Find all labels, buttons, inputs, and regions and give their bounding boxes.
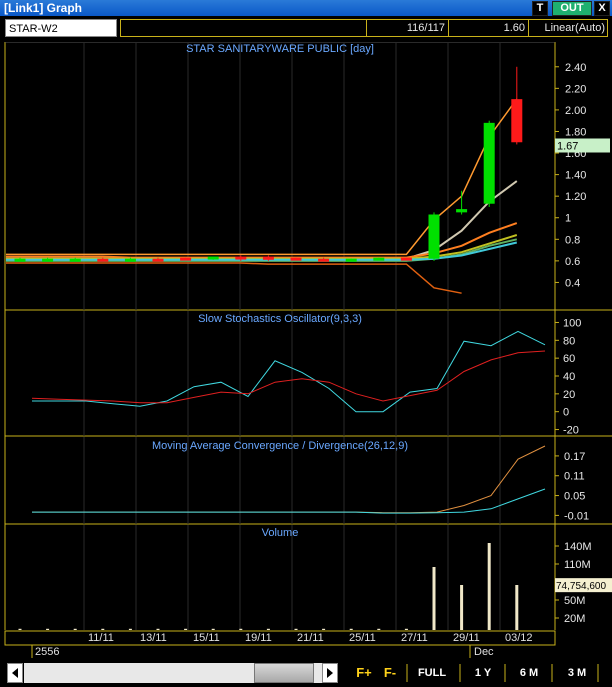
one-year-button[interactable]: 1 Y <box>466 662 500 684</box>
scroll-track[interactable] <box>24 663 322 683</box>
candle-body <box>290 257 302 261</box>
scroll-left-button[interactable] <box>7 663 23 683</box>
y-tick-label: 0.8 <box>565 234 580 246</box>
y-tick-label: 20M <box>564 613 585 625</box>
scroll-thumb[interactable] <box>254 663 314 683</box>
moving-average-line <box>6 222 518 259</box>
last-volume-label: 74,754,600 <box>556 581 606 592</box>
y-tick-label: 2.40 <box>565 62 586 74</box>
moving-average-line <box>6 180 518 260</box>
x-axis-date-label: 11/11 <box>88 632 114 644</box>
t-button[interactable]: T <box>532 1 548 16</box>
arrow-left-icon <box>12 668 18 678</box>
y-tick-label: 0.17 <box>564 451 585 463</box>
symbol-input[interactable]: STAR-W2 <box>5 19 117 37</box>
zoom-in-button[interactable]: F+ <box>352 662 376 684</box>
value-readout: 1.60 <box>448 20 528 36</box>
candle-body <box>124 258 136 262</box>
candle-body <box>14 258 26 262</box>
volume-bar <box>460 585 464 630</box>
x-axis-date-label: 13/11 <box>140 632 167 644</box>
candle-body <box>207 256 219 260</box>
y-tick-label: 50M <box>564 595 585 607</box>
y-tick-label: 80 <box>563 335 575 347</box>
stoch-d-line <box>31 350 546 404</box>
price-panel-title: STAR SANITARYWARE PUBLIC [day] <box>186 43 374 55</box>
three-months-button[interactable]: 3 M <box>560 662 594 684</box>
candle-body <box>456 209 468 213</box>
x-axis-date-label: 21/11 <box>297 632 324 644</box>
candle-body <box>483 122 495 204</box>
x-axis-date-label: 15/11 <box>193 632 220 644</box>
y-tick-label: 0.4 <box>565 277 580 289</box>
y-tick-label: 110M <box>564 559 591 571</box>
stoch-k-line <box>32 330 546 413</box>
candle-body <box>152 258 164 262</box>
scale-selector[interactable]: Linear(Auto) <box>528 20 608 36</box>
y-tick-label: 0 <box>563 407 569 419</box>
info-bar: 116/117 1.60 Linear(Auto) <box>120 19 608 37</box>
macd-panel-title: Moving Average Convergence / Divergence(… <box>152 440 408 452</box>
macd-signal-line <box>32 488 546 514</box>
y-tick-label: 1.40 <box>565 170 586 182</box>
out-button[interactable]: OUT <box>552 1 592 16</box>
navigation-bar: F+ F- FULL 1 Y 6 M 3 M <box>0 660 612 686</box>
x-axis-date-label: 03/12 <box>505 632 533 644</box>
y-tick-label: 1 <box>565 213 571 225</box>
volume-panel-title: Volume <box>262 527 299 539</box>
y-tick-label: -20 <box>563 425 579 437</box>
y-tick-label: 0.11 <box>564 471 585 483</box>
candle-body <box>262 256 274 260</box>
year-label: 2556 <box>35 646 60 658</box>
full-range-button[interactable]: FULL <box>412 662 452 684</box>
candle-body <box>345 258 357 262</box>
chart-toolbar: STAR-W2 116/117 1.60 Linear(Auto) <box>0 16 612 42</box>
candle-body <box>511 99 523 143</box>
candle-body <box>235 256 247 260</box>
candle-body <box>428 214 440 259</box>
x-axis-date-label: 27/11 <box>401 632 428 644</box>
scroll-right-button[interactable] <box>322 663 338 683</box>
stochastic-panel-title: Slow Stochastics Oscillator(9,3,3) <box>198 313 362 325</box>
candle-body <box>373 257 385 261</box>
volume-bar <box>487 543 491 630</box>
chart-canvas[interactable]: 2.402.202.001.801.601.401.2010.80.60.4ST… <box>0 41 612 630</box>
y-tick-label: 100 <box>563 317 581 329</box>
month-label: Dec <box>474 646 494 658</box>
y-tick-label: -0.01 <box>564 510 589 522</box>
y-tick-label: 1.80 <box>565 126 586 138</box>
current-price-label: 1.67 <box>557 140 578 152</box>
y-tick-label: 60 <box>563 353 575 365</box>
candle-body <box>97 258 109 262</box>
candle-body <box>400 257 412 261</box>
arrow-right-icon <box>327 668 333 678</box>
candle-body <box>42 258 54 262</box>
moving-average-line <box>6 98 518 256</box>
y-tick-label: 0.6 <box>565 256 580 268</box>
y-tick-label: 0.05 <box>564 491 585 503</box>
x-axis-date-label: 25/11 <box>349 632 376 644</box>
x-axis-date-label: 19/11 <box>245 632 272 644</box>
y-tick-label: 20 <box>563 389 575 401</box>
counter-readout: 116/117 <box>366 20 448 36</box>
y-tick-label: 40 <box>563 371 575 383</box>
moving-average-line <box>6 262 462 294</box>
macd-line <box>32 445 546 514</box>
candle-body <box>69 258 81 262</box>
y-tick-label: 2.00 <box>565 105 586 117</box>
zoom-out-button[interactable]: F- <box>378 662 402 684</box>
candle-body <box>318 258 330 262</box>
x-axis-date-label: 29/11 <box>453 632 480 644</box>
y-tick-label: 1.20 <box>565 191 586 203</box>
volume-bar <box>515 585 519 630</box>
y-tick-label: 2.20 <box>565 83 586 95</box>
window-titlebar: [Link1] Graph T OUT X <box>0 0 612 16</box>
six-months-button[interactable]: 6 M <box>512 662 546 684</box>
volume-bar <box>432 567 436 630</box>
close-button[interactable]: X <box>594 1 610 16</box>
window-title: [Link1] Graph <box>4 1 83 15</box>
chart-area[interactable]: 2.40 2.20 2.00 1.80 1.60 1.40 1.20 1 0.8 0.6 0.4 ST… <box>0 41 612 630</box>
y-tick-label: 140M <box>564 541 592 553</box>
candle-body <box>180 257 192 261</box>
